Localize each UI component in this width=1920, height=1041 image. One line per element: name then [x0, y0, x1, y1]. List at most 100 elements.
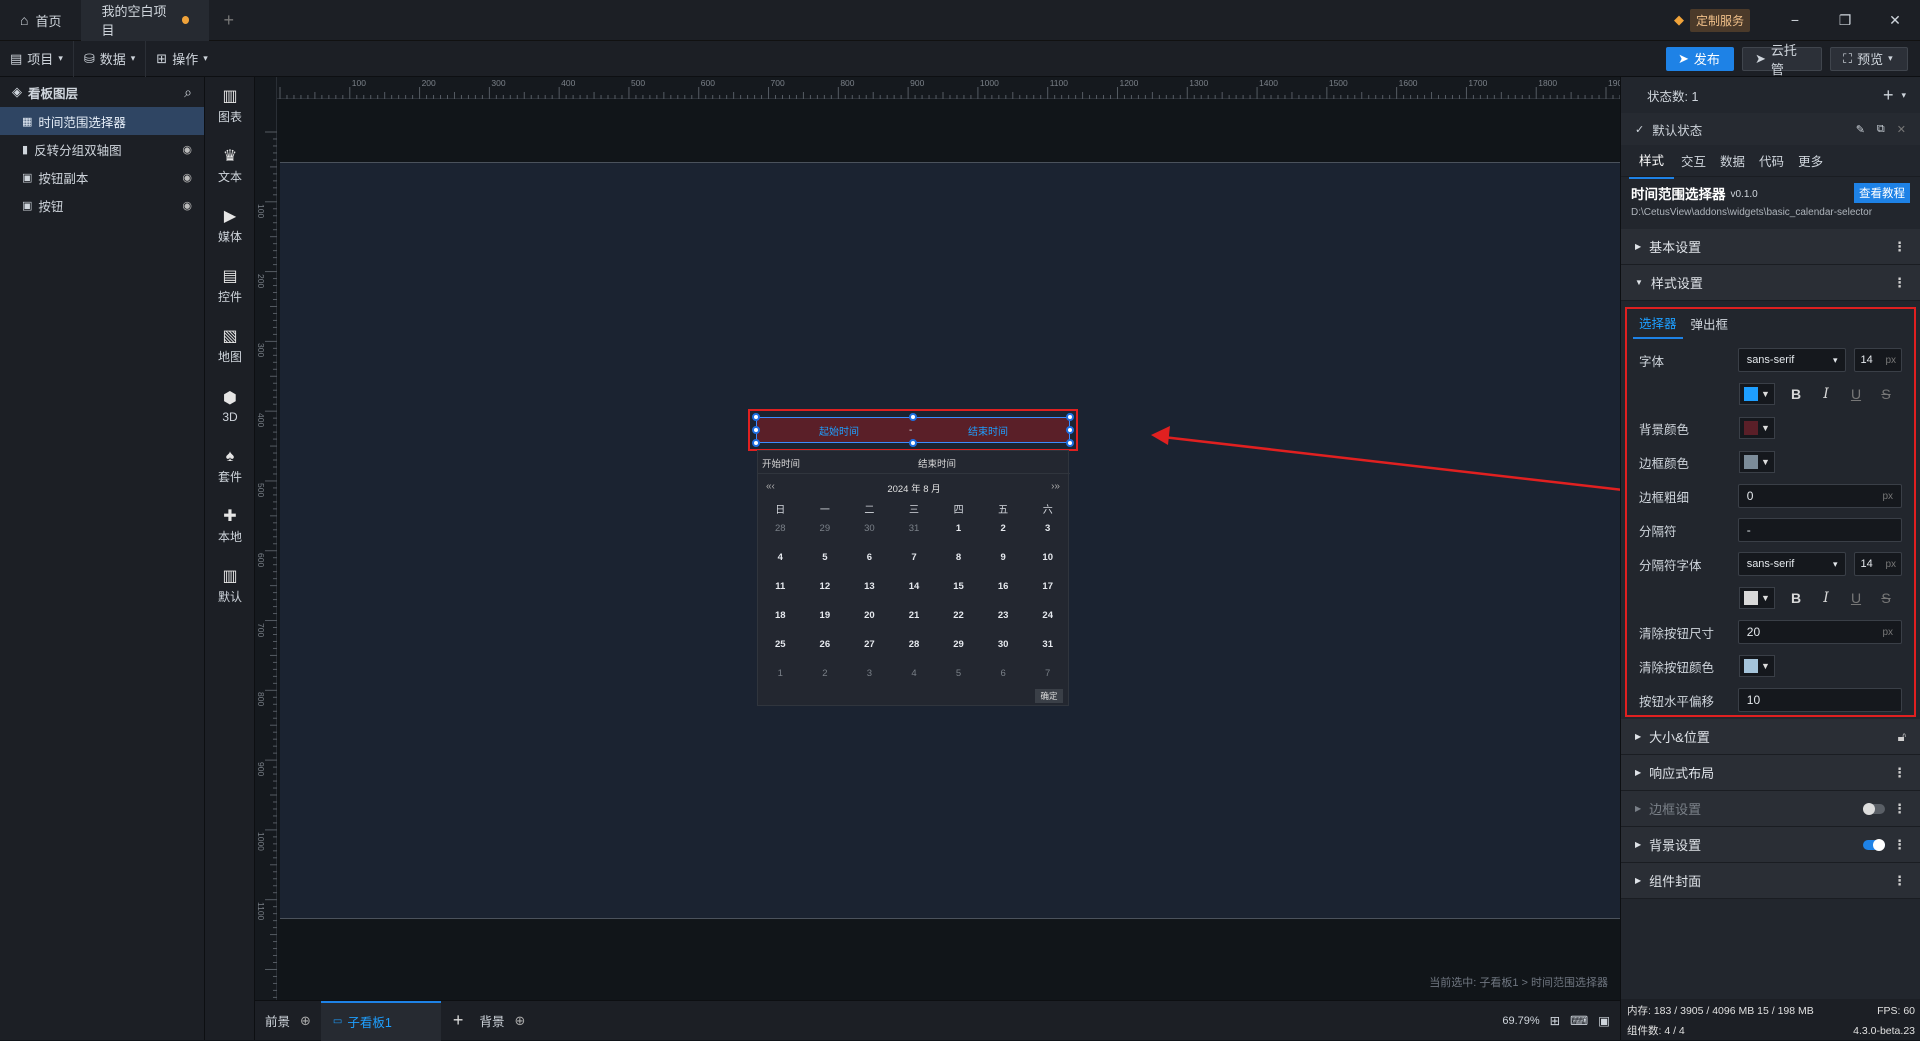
custom-service-button[interactable]: ◆ 定制服务 — [1674, 8, 1750, 32]
preview-button[interactable]: ⛶ 预览 ▾ — [1830, 46, 1908, 71]
search-icon[interactable]: ⌕ — [184, 84, 192, 101]
sep-font-row: 分隔符字体 sans-serif ▾ 14 px — [1627, 547, 1914, 581]
tool-map[interactable]: ▧ 地图 — [205, 317, 255, 377]
layer-item[interactable]: ▣ 按钮 ◉ — [0, 191, 204, 219]
layer-back-tab[interactable]: 背景 ⊕ — [475, 1011, 529, 1030]
close-button[interactable]: ✕ — [1870, 0, 1920, 41]
sep-font-size-input[interactable]: 14 px — [1854, 552, 1903, 576]
bold-icon[interactable]: B — [1781, 590, 1811, 606]
tool-label: 文本 — [217, 170, 242, 184]
component-count: 组件数: 4 / 4 — [1627, 1025, 1685, 1037]
layer-item[interactable]: ▣ 按钮副本 ◉ — [0, 163, 204, 191]
cube-icon: ⬢ — [223, 389, 237, 407]
underline-icon[interactable]: U — [1841, 590, 1871, 606]
tab-code[interactable]: 代码 — [1752, 143, 1791, 178]
tool-media[interactable]: ▶ 媒体 — [205, 197, 255, 257]
sub-board-tab[interactable]: ▭ 子看板1 — [320, 1000, 441, 1041]
clear-color-picker[interactable]: ▼ — [1739, 655, 1775, 677]
menu-data[interactable]: ⛁ 数据 ▾ — [74, 40, 147, 77]
font-family-select[interactable]: sans-serif ▾ — [1737, 348, 1847, 372]
border-width-input[interactable]: 0 px — [1737, 484, 1902, 508]
tool-kit[interactable]: ♠ 套件 — [205, 437, 255, 497]
publish-button[interactable]: ➤ 发布 — [1666, 46, 1734, 71]
design-canvas[interactable]: 100 200 300 400 500 600 700 800 900 1000 1100 1200 1… — [255, 77, 1620, 1000]
add-board-button[interactable]: + — [441, 1010, 476, 1031]
layer-front-tab[interactable]: 前景 ⊕ — [255, 1011, 321, 1030]
tool-chart[interactable]: ▥ 图表 — [205, 77, 255, 137]
terminal-icon[interactable]: ▣ — [1598, 1013, 1610, 1028]
toggle-switch[interactable] — [1863, 802, 1885, 815]
section-cover[interactable]: ▶ 组件封面 ⋮ — [1621, 863, 1920, 899]
toggle-switch[interactable] — [1863, 838, 1885, 851]
bottom-bar: 前景 ⊕ ▭ 子看板1 + 背景 ⊕ 69.79% ⊞ ⌨ ▣ — [255, 1000, 1620, 1041]
cloud-button[interactable]: ➤ 云托管 — [1742, 43, 1822, 77]
strikethrough-icon[interactable]: S — [1871, 386, 1901, 402]
separator-input[interactable]: - — [1737, 518, 1902, 542]
subtab-selector[interactable]: 选择器 — [1633, 308, 1683, 339]
separator-row: 分隔符 - — [1627, 513, 1914, 547]
strikethrough-icon[interactable]: S — [1871, 590, 1901, 606]
more-icon[interactable]: ⋮ — [1893, 801, 1906, 817]
underline-icon[interactable]: U — [1841, 386, 1871, 402]
bg-color-picker[interactable]: ▼ — [1739, 417, 1775, 439]
tab-home[interactable]: ⌂ 首页 — [0, 0, 81, 41]
tab-interaction[interactable]: 交互 — [1674, 143, 1713, 178]
copy-icon[interactable]: ⧉ — [1877, 123, 1885, 136]
tool-text[interactable]: ♛ 文本 — [205, 137, 255, 197]
sep-font-family-select[interactable]: sans-serif ▾ — [1737, 552, 1847, 576]
keyboard-icon[interactable]: ⌨ — [1570, 1013, 1588, 1028]
chevron-down-icon[interactable]: ▾ — [1901, 90, 1906, 101]
close-icon[interactable]: ✕ — [1897, 123, 1906, 136]
restore-button[interactable]: ❐ — [1820, 0, 1870, 41]
add-circle-icon[interactable]: ⊕ — [300, 1013, 311, 1029]
more-icon[interactable]: ⋮ — [1893, 873, 1906, 889]
tab-more[interactable]: 更多 — [1791, 143, 1830, 178]
more-icon[interactable]: ⋮ — [1893, 837, 1906, 853]
main-toolbar: ▤ 项目 ▾ ⛁ 数据 ▾ ⊞ 操作 ▾ ➤ 发布 ➤ 云托管 ⛶ 预览 ▾ — [0, 40, 1920, 77]
subtab-popup[interactable]: 弹出框 — [1683, 309, 1737, 338]
italic-icon[interactable]: I — [1811, 590, 1841, 606]
eye-icon[interactable]: ◉ — [182, 143, 192, 156]
more-icon[interactable]: ⋮ — [1893, 765, 1906, 781]
eye-icon[interactable]: ◉ — [182, 199, 192, 212]
lock-icon[interactable]: 🔓︎ — [1898, 729, 1906, 745]
tool-default[interactable]: ▥ 默认 — [205, 557, 255, 617]
bg-color-row: 背景颜色 ▼ — [1627, 411, 1914, 445]
section-border[interactable]: ▶ 边框设置 ⋮ — [1621, 791, 1920, 827]
minimize-button[interactable]: − — [1770, 0, 1820, 41]
menu-project[interactable]: ▤ 项目 ▾ — [0, 40, 74, 77]
add-tab-button[interactable]: + — [209, 10, 248, 31]
font-color-picker[interactable]: ▼ — [1739, 383, 1775, 405]
tutorial-button[interactable]: 查看教程 — [1854, 183, 1910, 203]
tab-project[interactable]: 我的空白项目 — [81, 0, 210, 41]
tool-control[interactable]: ▤ 控件 — [205, 257, 255, 317]
layer-item[interactable]: ▮ 反转分组双轴图 ◉ — [0, 135, 204, 163]
border-color-picker[interactable]: ▼ — [1739, 451, 1775, 473]
zoom-level[interactable]: 69.79% — [1502, 1015, 1539, 1027]
italic-icon[interactable]: I — [1811, 386, 1841, 402]
clear-size-input[interactable]: 20 px — [1737, 620, 1902, 644]
tool-3d[interactable]: ⬢ 3D — [205, 377, 255, 437]
more-icon[interactable]: ⋮ — [1893, 239, 1906, 255]
add-state-icon[interactable]: + — [1883, 85, 1894, 106]
font-size-input[interactable]: 14 px — [1854, 348, 1903, 372]
section-style[interactable]: ▼ 样式设置 ⋮ — [1621, 265, 1920, 301]
tab-data[interactable]: 数据 — [1713, 143, 1752, 178]
eye-icon[interactable]: ◉ — [182, 171, 192, 184]
section-background[interactable]: ▶ 背景设置 ⋮ — [1621, 827, 1920, 863]
add-circle-icon[interactable]: ⊕ — [514, 1013, 525, 1029]
bold-icon[interactable]: B — [1781, 386, 1811, 402]
edit-icon[interactable]: ✎ — [1856, 123, 1865, 136]
more-icon[interactable]: ⋮ — [1893, 275, 1906, 291]
fit-screen-icon[interactable]: ⊞ — [1550, 1013, 1560, 1028]
tool-local[interactable]: ✚ 本地 — [205, 497, 255, 557]
section-size[interactable]: ▶ 大小&位置 🔓︎ — [1621, 719, 1920, 755]
offset-input[interactable]: 10 — [1737, 688, 1902, 712]
default-state-row[interactable]: ✓ 默认状态 ✎ ⧉ ✕ — [1621, 113, 1920, 145]
tab-style[interactable]: 样式 — [1629, 142, 1675, 179]
sep-font-color-picker[interactable]: ▼ — [1739, 587, 1775, 609]
section-basic[interactable]: ▶ 基本设置 ⋮ — [1621, 229, 1920, 265]
section-responsive[interactable]: ▶ 响应式布局 ⋮ — [1621, 755, 1920, 791]
menu-operate[interactable]: ⊞ 操作 ▾ — [146, 41, 217, 77]
layer-item[interactable]: ▦ 时间范围选择器 — [0, 107, 204, 135]
